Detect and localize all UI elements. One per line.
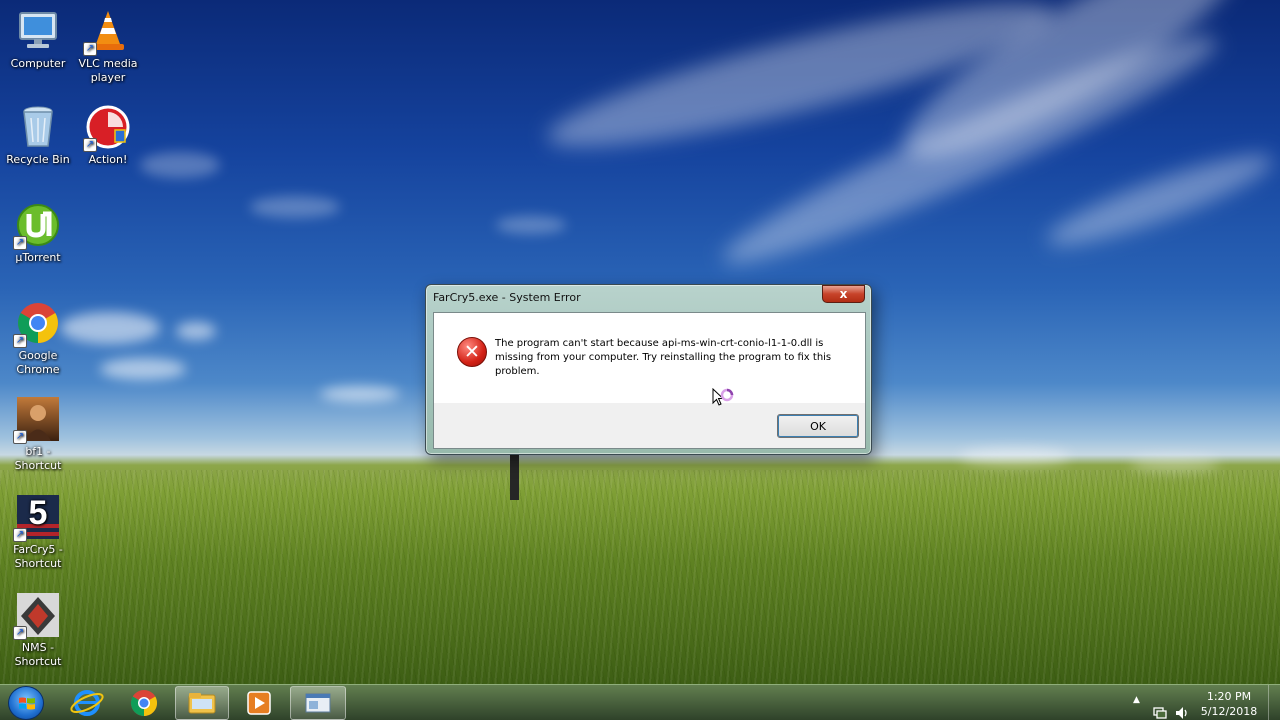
desktop-icon-bf1[interactable]: ↗ bf1 - Shortcut [2, 396, 74, 473]
svg-text:5: 5 [29, 494, 48, 532]
taskbar-internet-explorer[interactable] [60, 686, 114, 720]
windows-logo-icon [19, 697, 35, 710]
file-explorer-icon [188, 693, 216, 714]
desktop-icon-label: NMS - Shortcut [14, 641, 62, 668]
dialog-message-area: ✕ The program can't start because api-ms… [434, 313, 865, 403]
chrome-icon [130, 690, 158, 717]
error-message: The program can't start because api-ms-w… [495, 338, 832, 377]
desktop-icon-label: Computer [10, 57, 66, 70]
recycle-bin-icon [23, 106, 53, 147]
desktop-icon-action[interactable]: ↗ Action! [72, 104, 144, 167]
shortcut-arrow-icon: ↗ [83, 138, 97, 152]
volume-icon[interactable] [1174, 695, 1190, 720]
desktop-icon-nms[interactable]: ↗ NMS - Shortcut [2, 592, 74, 669]
error-icon: ✕ [457, 337, 487, 367]
taskbar-chrome[interactable] [117, 686, 171, 720]
window-icon [305, 693, 331, 713]
start-button[interactable] [8, 686, 44, 720]
taskbar: ▲ 1:20 PM 5/12/2018 [0, 684, 1280, 720]
desktop-icon-label: Recycle Bin [6, 153, 70, 166]
clock-date: 5/12/2018 [1200, 705, 1258, 718]
taskbar-clock[interactable]: 1:20 PM 5/12/2018 [1198, 689, 1260, 719]
dialog-title: FarCry5.exe - System Error [433, 291, 581, 304]
desktop-icon-label: VLC media player [78, 57, 138, 84]
desktop-icon-vlc[interactable]: ↗ VLC media player [72, 8, 144, 85]
desktop-icon-label: Google Chrome [16, 349, 60, 376]
shortcut-arrow-icon: ↗ [83, 42, 97, 56]
desktop-icon-chrome[interactable]: ↗ Google Chrome [2, 300, 74, 377]
desktop-icon-recycle-bin[interactable]: Recycle Bin [2, 104, 74, 167]
show-desktop-button[interactable] [1268, 685, 1280, 720]
taskbar-media-player[interactable] [232, 686, 286, 720]
desktop-icon-computer[interactable]: Computer [2, 8, 74, 71]
desktop-icon-label: FarCry5 - Shortcut [13, 543, 63, 570]
shortcut-arrow-icon: ↗ [13, 626, 27, 640]
desktop-icon-label: Action! [88, 153, 128, 166]
media-player-icon [247, 691, 271, 715]
shortcut-arrow-icon: ↗ [13, 334, 27, 348]
taskbar-system-error-window[interactable] [290, 686, 346, 720]
desktop-icon-farcry5[interactable]: 5 ↗ FarCry5 - Shortcut [2, 494, 74, 571]
desktop-icon-label: bf1 - Shortcut [14, 445, 62, 472]
shortcut-arrow-icon: ↗ [13, 236, 27, 250]
computer-icon [19, 12, 57, 48]
dialog-client-area: ✕ The program can't start because api-ms… [433, 312, 866, 449]
shortcut-arrow-icon: ↗ [13, 528, 27, 542]
internet-explorer-icon [70, 690, 104, 716]
ok-button[interactable]: OK [777, 414, 859, 438]
desktop-icon-label: µTorrent [15, 251, 61, 264]
taskbar-file-explorer[interactable] [175, 686, 229, 720]
busy-cursor-icon [712, 388, 734, 406]
desktop-icon-utorrent[interactable]: ↗ µTorrent [2, 202, 74, 265]
system-error-dialog[interactable]: FarCry5.exe - System Error x ✕ The progr… [425, 284, 872, 455]
clock-time: 1:20 PM [1206, 690, 1252, 703]
shortcut-arrow-icon: ↗ [13, 430, 27, 444]
close-button[interactable]: x [822, 285, 865, 303]
network-icon[interactable] [1152, 695, 1168, 720]
tray-overflow-button[interactable]: ▲ [1133, 695, 1140, 720]
